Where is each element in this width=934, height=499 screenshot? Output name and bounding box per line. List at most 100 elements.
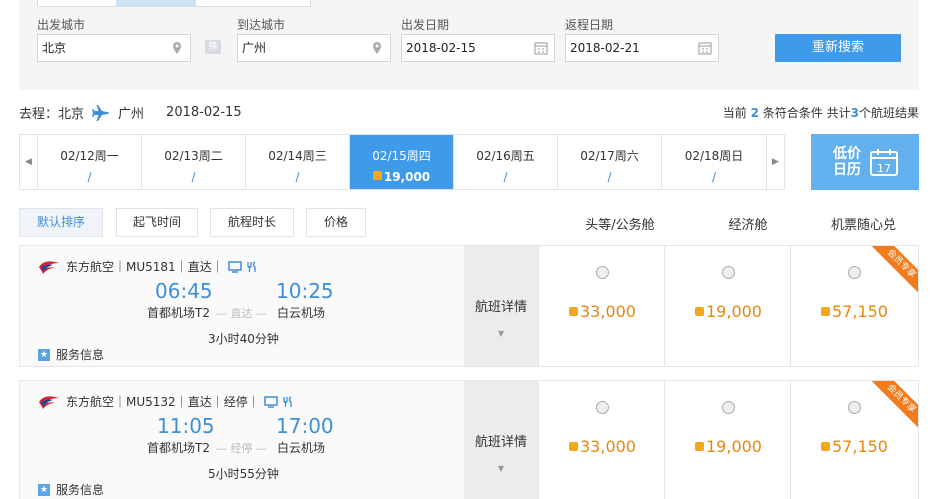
low-price-calendar-button[interactable]: 低价日历 17 [811,134,919,190]
flight-row: 东方航空 ｜MU5181｜直达｜ 06:45 10:25 — 直达 — 首都机场… [19,245,919,367]
date-cell-selected[interactable]: 02/15周四 19,000 [350,135,454,189]
next-dates-arrow[interactable]: ▶ [766,135,784,189]
fare-radio[interactable] [596,401,609,414]
china-eastern-logo-icon [39,395,59,409]
service-info-link[interactable]: ★ 服务信息 [38,346,104,363]
fare-price: 57,150 [791,437,918,456]
coin-icon [821,442,830,451]
summary-total-count: 3 [850,106,859,120]
column-flex: 机票随心兑 [830,218,896,233]
departure-time: 06:45 [155,279,213,303]
fare-price: 19,000 [665,437,792,456]
tv-icon [263,395,278,408]
date-label: 02/13周二 [164,149,223,163]
fare-price: 57,150 [791,302,918,321]
fare-price: 33,000 [539,302,666,321]
fare-radio[interactable] [722,401,735,414]
arrival-time: 10:25 [276,279,334,303]
service-info-link[interactable]: ★ 服务信息 [38,481,104,498]
flight-info: ｜MU5181｜直达｜ [114,260,224,274]
flight-duration: 5小时55分钟 [208,467,279,481]
fare-economy[interactable]: 19,000 [664,381,792,499]
fare-price-value: 57,150 [832,437,888,456]
summary-current-count: 2 [750,106,759,120]
fare-economy[interactable]: 19,000 [664,246,792,366]
trip-type-tab-active[interactable] [116,0,196,6]
date-price: / [711,170,717,184]
date-label: 02/18周日 [684,149,744,163]
date-price: / [503,170,508,184]
research-button[interactable]: 重新搜索 [775,34,901,62]
date-label: 02/12周一 [60,149,119,163]
prev-dates-arrow[interactable]: ◀ [20,135,38,189]
fare-first-class[interactable]: 33,000 [538,381,666,499]
fare-radio[interactable] [722,266,735,279]
coin-icon [569,307,578,316]
flight-row: 东方航空 ｜MU5132｜直达｜经停｜ 11:05 17:00 — 经停 — 首… [19,380,919,499]
arrive-city-input[interactable]: 广州 [237,34,391,62]
fare-price-value: 19,000 [706,302,762,321]
date-label: 02/14周三 [268,149,327,163]
fare-first-class[interactable]: 33,000 [538,246,666,366]
service-info-label: 服务信息 [56,348,105,362]
arrival-time: 17:00 [276,414,334,438]
calendar-grid-icon [534,42,548,55]
fare-radio[interactable] [848,266,861,279]
airline-info: 东方航空 ｜MU5181｜直达｜ [38,258,258,275]
sort-depart-time-button[interactable]: 起飞时间 [116,208,198,237]
route-type: — 经停 — [216,442,267,455]
low-price-calendar-label: 低价日历 [833,146,861,178]
star-icon: ★ [38,483,50,496]
calendar-icon: 17 [870,149,898,176]
airline-name: 东方航空 [66,395,115,409]
date-cell[interactable]: 02/16周五 / [454,135,558,189]
date-cell[interactable]: 02/14周三 / [246,135,350,189]
chevron-down-icon: ▼ [497,329,505,338]
date-cell[interactable]: 02/12周一 / [38,135,142,189]
return-date-input[interactable]: 2018-02-21 [565,34,719,62]
depart-date-input[interactable]: 2018-02-15 [401,34,555,62]
return-date-value: 2018-02-21 [570,41,640,55]
date-price: / [295,170,300,184]
trip-type-tabs[interactable] [37,0,311,7]
coin-icon [695,307,704,316]
flight-info: ｜MU5132｜直达｜经停｜ [114,395,260,409]
sort-default-button[interactable]: 默认排序 [19,208,103,237]
depart-city-value: 北京 [42,41,67,55]
date-label: 02/15周四 [372,149,431,163]
flight-detail-toggle[interactable]: 航班详情 ▼ [464,246,538,366]
fare-radio[interactable] [596,266,609,279]
fare-flex[interactable]: 57,150 会员专享 [790,246,918,366]
member-ribbon: 会员专享 [868,381,918,431]
swap-cities-button[interactable]: 换 [205,40,221,54]
member-ribbon: 会员专享 [868,246,918,296]
fare-price-value: 19,000 [706,437,762,456]
departure-airport: 首都机场T2 [147,306,210,320]
location-pin-icon [173,42,181,54]
china-eastern-logo-icon [39,260,59,274]
depart-date-label: 出发日期 [401,18,450,32]
member-badge: 会员专享 [872,246,918,293]
tv-icon [227,260,242,273]
flight-detail-toggle[interactable]: 航班详情 ▼ [464,381,538,499]
sort-price-button[interactable]: 价格 [306,208,366,237]
result-summary: 当前 2 条符合条件 共计3个航班结果 [723,104,919,121]
summary-text: 条符合条件 共计 [758,106,851,120]
svg-text:17: 17 [877,162,891,175]
date-price: / [191,170,196,184]
fare-flex[interactable]: 57,150 会员专享 [790,381,918,499]
location-pin-icon [373,42,381,54]
fare-price-value: 33,000 [580,437,636,456]
flight-duration: 3小时40分钟 [208,332,279,346]
arrive-city-value: 广州 [242,41,267,55]
date-cell[interactable]: 02/13周二 / [142,135,246,189]
fare-radio[interactable] [848,401,861,414]
sort-duration-button[interactable]: 航程时长 [210,208,294,237]
coin-icon [569,442,578,451]
depart-city-input[interactable]: 北京 [37,34,191,62]
arrival-airport: 白云机场 [277,441,326,455]
calendar-grid-icon [698,42,712,55]
date-cell[interactable]: 02/18周日 / [662,135,766,189]
date-cell[interactable]: 02/17周六 / [558,135,662,189]
flight-detail-label: 航班详情 [474,300,527,315]
